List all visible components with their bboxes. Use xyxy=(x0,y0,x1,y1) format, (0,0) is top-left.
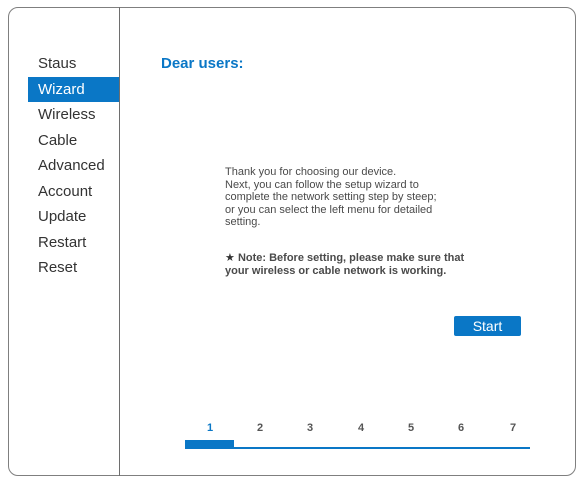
sidebar-menu: Staus Wizard Wireless Cable Advanced Acc… xyxy=(28,51,119,281)
star-icon: ★ xyxy=(225,252,235,264)
wizard-step: 5 xyxy=(407,422,415,434)
sidebar-item-account[interactable]: Account xyxy=(28,179,119,205)
sidebar-item-cable[interactable]: Cable xyxy=(28,128,119,154)
wizard-step: 4 xyxy=(357,422,365,434)
intro-text: Thank you for choosing our device. Next,… xyxy=(225,166,525,229)
wizard-step: 6 xyxy=(457,422,465,434)
sidebar-divider xyxy=(119,7,120,476)
wizard-step: 7 xyxy=(509,422,517,434)
intro-line: Next, you can follow the setup wizard to xyxy=(225,178,419,191)
setup-note: ★ Note: Before setting, please make sure… xyxy=(225,252,525,277)
sidebar-item-update[interactable]: Update xyxy=(28,204,119,230)
sidebar-item-restart[interactable]: Restart xyxy=(28,230,119,256)
intro-line: complete the network setting step by ste… xyxy=(225,191,437,204)
sidebar-item-status[interactable]: Staus xyxy=(28,51,119,77)
wizard-step: 1 xyxy=(206,422,214,434)
wizard-progress-indicator xyxy=(185,440,234,449)
sidebar-item-advanced[interactable]: Advanced xyxy=(28,153,119,179)
page-title: Dear users: xyxy=(161,55,244,72)
note-line: your wireless or cable network is workin… xyxy=(225,264,447,277)
wizard-step: 3 xyxy=(306,422,314,434)
start-button[interactable]: Start xyxy=(454,316,521,336)
wizard-steps: 1 2 3 4 5 6 7 xyxy=(185,422,530,442)
note-text: Note: Before setting, please make sure t… xyxy=(237,252,465,264)
note-line: ★ Note: Before setting, please make sure… xyxy=(225,252,525,265)
intro-line: or you can select the left menu for deta… xyxy=(225,203,433,216)
wizard-progress-track xyxy=(185,447,530,449)
sidebar-item-reset[interactable]: Reset xyxy=(28,255,119,281)
sidebar-item-wizard[interactable]: Wizard xyxy=(28,76,119,102)
intro-line: Thank you for choosing our device. xyxy=(225,166,397,178)
intro-line: setting. xyxy=(225,216,261,229)
wizard-step: 2 xyxy=(256,422,264,434)
sidebar-item-wireless[interactable]: Wireless xyxy=(28,102,119,128)
